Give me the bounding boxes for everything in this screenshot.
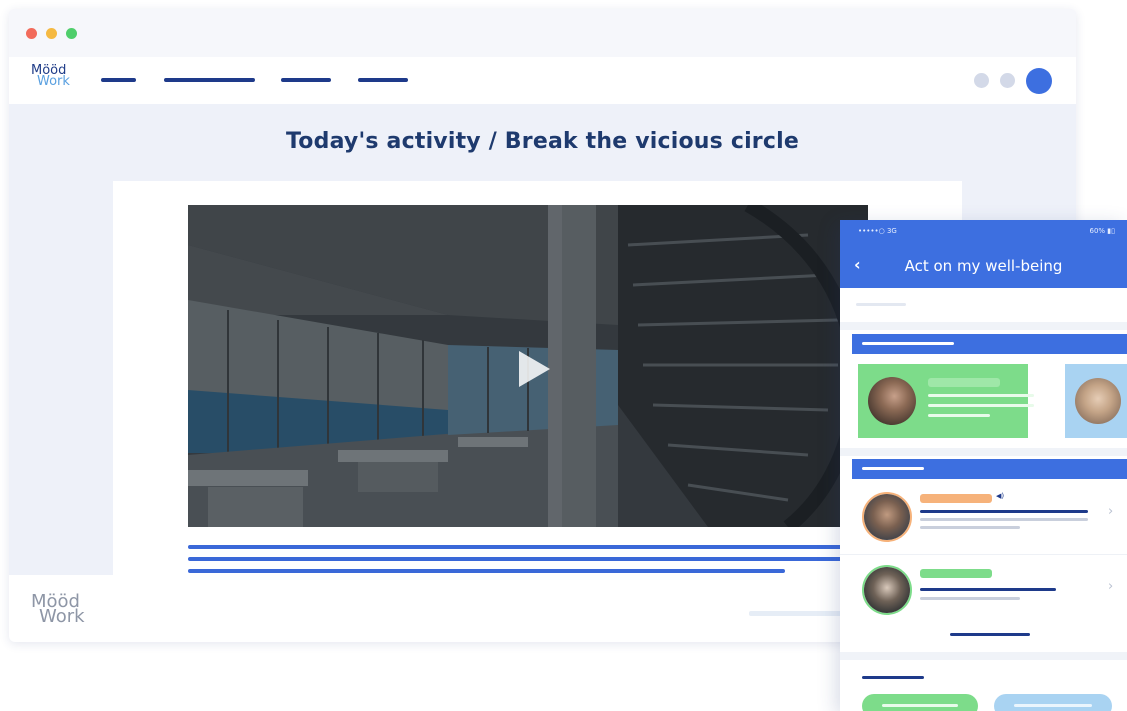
section-activities: ◀) › ›	[840, 456, 1127, 652]
blue-action-button[interactable]	[994, 694, 1112, 711]
avatar	[1075, 378, 1121, 424]
card-title-pill	[928, 378, 1000, 387]
item-line	[920, 510, 1088, 513]
placeholder-line	[856, 303, 906, 306]
description-line-3	[188, 569, 785, 573]
item-line	[920, 526, 1020, 529]
speaker-icon: ◀)	[996, 492, 1005, 500]
chevron-right-icon[interactable]: ›	[1108, 504, 1113, 519]
button-label-line	[882, 704, 958, 707]
section-header-bar	[852, 334, 1127, 354]
avatar	[862, 492, 912, 542]
status-carrier: •••••○ 3G	[858, 227, 897, 235]
green-dot-icon[interactable]	[66, 28, 77, 39]
section-header-bar	[852, 459, 1127, 479]
description-line-1	[188, 545, 868, 549]
avatar	[862, 565, 912, 615]
mobile-app: •••••○ 3G 60% ▮▯ ‹ Act on my well-being	[840, 220, 1127, 711]
featured-card-2[interactable]	[1065, 364, 1127, 438]
mobile-title: Act on my well-being	[904, 257, 1063, 275]
see-more-link[interactable]	[950, 633, 1030, 636]
chevron-right-icon[interactable]: ›	[1108, 579, 1113, 594]
nav-item-3[interactable]	[281, 78, 331, 82]
item-line	[920, 518, 1088, 521]
featured-card[interactable]	[858, 364, 1034, 438]
item-line	[920, 597, 1020, 600]
list-item[interactable]: ◀) ›	[840, 482, 1127, 555]
card-line	[928, 394, 1034, 397]
brand-line-2: Work	[37, 74, 70, 90]
footer-logo: Mööd Work	[31, 592, 85, 628]
page-title: Today's activity / Break the vicious cir…	[286, 129, 799, 154]
footer-logo-line-2: Work	[39, 606, 85, 628]
nav-item-2[interactable]	[164, 78, 255, 82]
section-title-line	[862, 676, 924, 679]
mobile-subheader	[840, 288, 1127, 322]
nav-item-1[interactable]	[101, 78, 136, 82]
item-line	[920, 588, 1056, 591]
menu-dot-icon[interactable]	[1000, 73, 1015, 88]
office-photo	[188, 205, 868, 527]
list-item[interactable]: ›	[840, 555, 1127, 625]
avatar	[868, 377, 916, 425]
item-title-pill	[920, 494, 992, 503]
brand-logo[interactable]: Mööd Work	[31, 64, 70, 90]
window-titlebar	[9, 9, 1076, 57]
card-line	[928, 414, 990, 417]
mobile-header: •••••○ 3G 60% ▮▯ ‹ Act on my well-being	[840, 220, 1127, 288]
video-player[interactable]	[188, 205, 868, 527]
description-line-2	[188, 557, 868, 561]
section-header-line	[862, 342, 954, 345]
status-battery: 60% ▮▯	[1089, 227, 1116, 235]
avatar[interactable]	[1026, 68, 1052, 94]
green-action-button[interactable]	[862, 694, 978, 711]
item-title-pill	[920, 569, 992, 578]
section-featured	[840, 330, 1127, 448]
red-dot-icon[interactable]	[26, 28, 37, 39]
section-header-line	[862, 467, 924, 470]
nav-item-4[interactable]	[358, 78, 408, 82]
top-navbar: Mööd Work	[9, 57, 1076, 104]
menu-dot-icon[interactable]	[974, 73, 989, 88]
button-label-line	[1014, 704, 1092, 707]
footer-placeholder-line	[749, 611, 849, 616]
yellow-dot-icon[interactable]	[46, 28, 57, 39]
section-actions	[840, 660, 1127, 711]
card-line	[928, 404, 1034, 407]
